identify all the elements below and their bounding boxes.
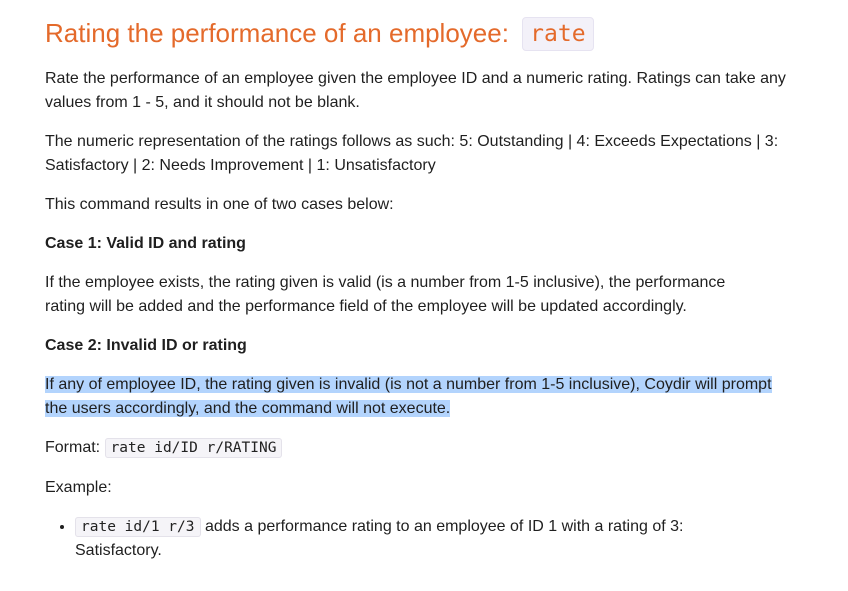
- case2-heading: Case 2: Invalid ID or rating: [45, 337, 247, 354]
- case1-heading: Case 1: Valid ID and rating: [45, 235, 246, 252]
- case1-body: If the employee exists, the rating given…: [45, 274, 726, 315]
- section-title-text: Rating the performance of an employee:: [45, 18, 509, 48]
- cases-intro-text: This command results in one of two cases…: [45, 196, 394, 213]
- representation-paragraph: The numeric representation of the rating…: [45, 130, 790, 178]
- example-item: rate id/1 r/3 adds a performance rating …: [75, 515, 765, 563]
- case2-body-paragraph: If any of employee ID, the rating given …: [45, 373, 795, 421]
- case2-heading-paragraph: Case 2: Invalid ID or rating: [45, 334, 790, 358]
- example-label-paragraph: Example:: [45, 476, 790, 500]
- case1-heading-paragraph: Case 1: Valid ID and rating: [45, 232, 790, 256]
- intro-paragraph: Rate the performance of an employee give…: [45, 67, 790, 115]
- example-label: Example:: [45, 479, 112, 496]
- representation-text: The numeric representation of the rating…: [45, 133, 779, 174]
- format-label: Format:: [45, 439, 101, 456]
- example-list: rate id/1 r/3 adds a performance rating …: [45, 515, 765, 563]
- section-title: Rating the performance of an employee: r…: [45, 16, 594, 51]
- case1-body-paragraph: If the employee exists, the rating given…: [45, 271, 760, 319]
- intro-text: Rate the performance of an employee give…: [45, 70, 786, 111]
- command-code: rate: [522, 17, 594, 51]
- format-paragraph: Format: rate id/ID r/RATING: [45, 436, 790, 460]
- format-code: rate id/ID r/RATING: [104, 438, 283, 458]
- example-code: rate id/1 r/3: [75, 517, 201, 537]
- cases-intro-paragraph: This command results in one of two cases…: [45, 193, 790, 217]
- case2-body-selected-text[interactable]: If any of employee ID, the rating given …: [45, 376, 772, 417]
